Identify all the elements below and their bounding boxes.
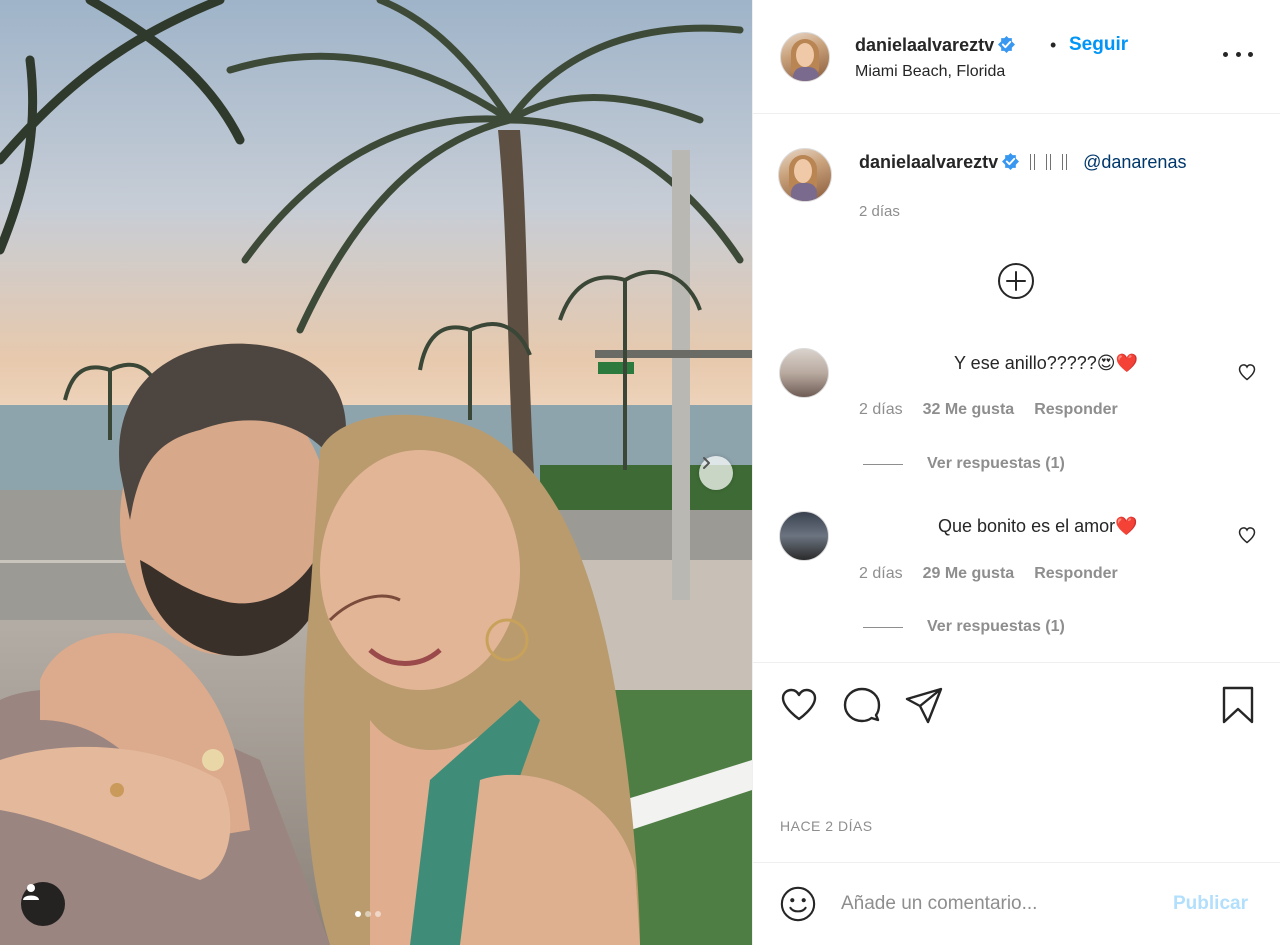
verified-badge-icon: [998, 36, 1016, 53]
header-username[interactable]: danielaalvareztv: [855, 35, 994, 55]
reply-button[interactable]: Responder: [1034, 401, 1118, 419]
more-options-icon[interactable]: [1223, 44, 1253, 64]
post-photo[interactable]: [0, 0, 752, 945]
comment-input[interactable]: [841, 889, 1161, 919]
post-actions: [753, 662, 1280, 754]
post-header: danielaalvareztv • Seguir Miami Beach, F…: [753, 0, 1280, 114]
tagged-users-button[interactable]: [21, 882, 65, 926]
caption-avatar[interactable]: [778, 148, 832, 202]
view-replies-label: Ver respuestas (1): [927, 455, 1065, 472]
carousel-dot-2: [365, 911, 371, 917]
comment-meta: 2 días 29 Me gusta Responder: [859, 565, 1118, 583]
carousel-indicator: [355, 911, 381, 917]
bookmark-icon[interactable]: [1218, 685, 1258, 725]
view-replies-button[interactable]: Ver respuestas (1): [863, 618, 1065, 636]
emoji-icon[interactable]: [779, 885, 817, 923]
post-panel: danielaalvareztv • Seguir Miami Beach, F…: [752, 0, 1280, 945]
comment-meta: 2 días 32 Me gusta Responder: [859, 401, 1118, 419]
caption-username[interactable]: danielaalvareztv: [859, 152, 998, 172]
heart-icon[interactable]: [779, 685, 819, 725]
next-photo-button[interactable]: [699, 456, 733, 490]
post-timestamp[interactable]: HACE 2 DÍAS: [780, 818, 873, 834]
comment-avatar[interactable]: [779, 348, 829, 398]
caption-timestamp[interactable]: 2 días: [859, 203, 900, 220]
replies-divider-line: [863, 463, 903, 465]
comment-avatar[interactable]: [779, 511, 829, 561]
tag-user-icon: [23, 884, 39, 900]
verified-badge-icon: [1002, 153, 1020, 170]
comment-likes[interactable]: 29 Me gusta: [923, 565, 1015, 583]
view-replies-button[interactable]: Ver respuestas (1): [863, 455, 1065, 473]
comment-icon[interactable]: [842, 685, 882, 725]
add-comment-bar: Publicar: [753, 862, 1280, 945]
share-icon[interactable]: [904, 685, 944, 725]
carousel-dot-3: [375, 911, 381, 917]
comment-like-heart-icon[interactable]: [1237, 362, 1257, 382]
post-caption: danielaalvareztv @danarenas: [859, 152, 1186, 173]
view-replies-label: Ver respuestas (1): [927, 618, 1065, 635]
chevron-right-icon: [703, 457, 710, 469]
comment-likes[interactable]: 32 Me gusta: [923, 401, 1015, 419]
header-separator: •: [1050, 35, 1057, 55]
follow-button[interactable]: Seguir: [1069, 34, 1128, 56]
comment-time[interactable]: 2 días: [859, 565, 903, 583]
post-location[interactable]: Miami Beach, Florida: [855, 63, 1005, 81]
carousel-dot-1: [355, 911, 361, 917]
reply-button[interactable]: Responder: [1034, 565, 1118, 583]
replies-divider-line: [863, 626, 903, 628]
comment-text: Que bonito es el amor❤️: [938, 516, 1138, 536]
publish-button[interactable]: Publicar: [1173, 893, 1248, 915]
photo-illustration: [0, 0, 752, 945]
caption-mention[interactable]: @danarenas: [1083, 152, 1186, 172]
comment-like-heart-icon[interactable]: [1237, 525, 1257, 545]
load-more-comments-icon[interactable]: [996, 261, 1036, 301]
comment-text: Y ese anillo?????😍❤️: [954, 353, 1138, 373]
avatar[interactable]: [780, 32, 830, 82]
comment-time[interactable]: 2 días: [859, 401, 903, 419]
caption-emoji-placeholder: [1030, 154, 1079, 170]
